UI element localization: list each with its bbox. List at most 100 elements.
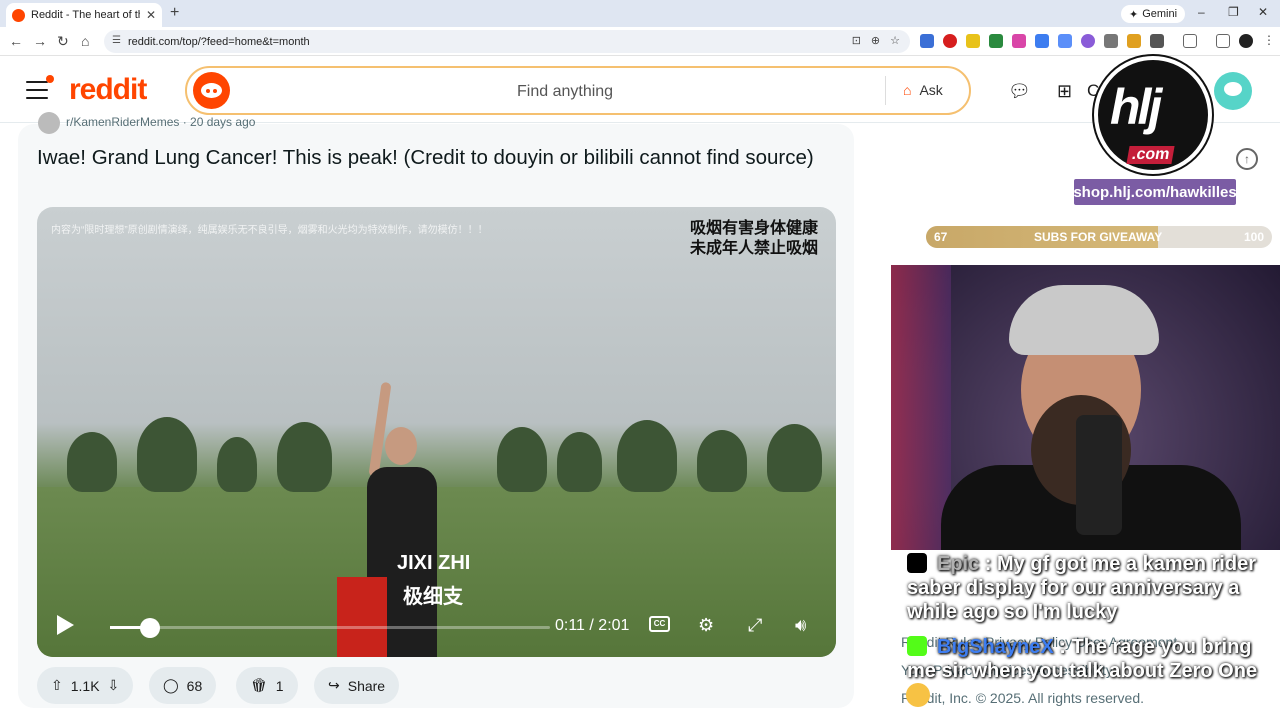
user-avatar[interactable] xyxy=(1214,72,1252,110)
upvote-icon[interactable]: ⇧ xyxy=(51,677,63,694)
install-app-icon[interactable]: ⊡ xyxy=(852,34,861,47)
warning-line-1: 吸烟有害身体健康 xyxy=(689,220,818,237)
warning-line-2: 未成年人禁止吸烟 xyxy=(689,240,818,257)
person-head xyxy=(385,427,417,465)
url-text: reddit.com/top/?feed=home&t=month xyxy=(128,35,310,48)
stream-chat: Epic : My gf got me a kamen rider saber … xyxy=(891,550,1280,720)
menu-kebab-icon[interactable]: ⋮ xyxy=(1262,34,1276,48)
settings-gear-icon[interactable]: ⚙ xyxy=(698,615,714,636)
browser-tab-reddit[interactable]: Reddit - The heart of the internet ✕ xyxy=(6,3,162,27)
home-icon[interactable]: ⌂ xyxy=(81,33,89,49)
extension-icon[interactable] xyxy=(1127,34,1141,48)
video-scrubber[interactable] xyxy=(110,618,550,638)
webcam-feed xyxy=(891,265,1280,550)
health-warning: 吸烟有害身体健康 未成年人禁止吸烟 xyxy=(690,219,818,259)
extension-icon[interactable] xyxy=(1035,34,1049,48)
browser-tab-bar: Reddit - The heart of the internet ✕ + ✦… xyxy=(0,0,1280,27)
comments-button[interactable]: ◯ 68 xyxy=(149,667,217,704)
browser-toolbar: ← → ↻ ⌂ ☰ reddit.com/top/?feed=home&t=mo… xyxy=(0,27,1280,56)
shop-banner: shop.hlj.com/hawkilles xyxy=(1072,177,1238,207)
extension-icon[interactable] xyxy=(1058,34,1072,48)
award-count: 1 xyxy=(275,677,284,694)
hlj-logo: hlj .com xyxy=(1094,56,1212,174)
extension-icon[interactable] xyxy=(920,34,934,48)
captions-icon[interactable]: CC xyxy=(649,616,670,632)
ask-label: Ask xyxy=(919,82,943,98)
subs-goal-bar: 67 SUBS FOR GIVEAWAY 100 xyxy=(926,226,1272,248)
downvote-icon[interactable]: ⇩ xyxy=(108,677,120,694)
minimize-button[interactable]: – xyxy=(1198,5,1205,19)
sparkle-icon: ✦ xyxy=(1129,8,1139,21)
video-trees xyxy=(37,412,836,492)
back-arrow-icon[interactable]: ← xyxy=(9,33,23,49)
hlj-logo-text: hlj xyxy=(1110,79,1162,135)
video-watermark: 内容为“限时理想”原创剧情演绎，纯属娱乐无不良引导，烟雾和火光均为特效制作，请勿… xyxy=(51,225,488,236)
video-controls: 0:11 / 2:01 CC ⚙ ⤢ 🔊︎ xyxy=(37,607,836,657)
volume-icon[interactable]: 🔊︎ xyxy=(795,615,806,636)
chat-icon[interactable]: 💬︎ xyxy=(1008,81,1031,102)
snoo-icon xyxy=(193,72,230,109)
restore-button[interactable]: ❐ xyxy=(1228,5,1239,19)
hlj-logo-com: .com xyxy=(1126,146,1175,164)
gemini-button[interactable]: ✦ Gemini xyxy=(1121,5,1186,23)
chat-username: Epic xyxy=(937,553,980,575)
reddit-favicon-icon xyxy=(12,8,25,22)
profile-avatar-icon[interactable] xyxy=(1239,34,1253,48)
award-button[interactable]: 🍿︎ 1 xyxy=(236,667,298,704)
ask-icon: ⌂ xyxy=(903,82,912,98)
zoom-icon[interactable]: ⊕ xyxy=(871,34,880,47)
close-tab-icon[interactable]: ✕ xyxy=(146,8,156,22)
play-icon[interactable] xyxy=(57,615,74,635)
subreddit-avatar[interactable] xyxy=(38,112,60,134)
chat-message: BigShayneX : The rage you bring me sir w… xyxy=(907,635,1267,683)
vote-count: 1.1K xyxy=(70,677,100,694)
subs-label: SUBS FOR GIVEAWAY xyxy=(1034,230,1163,244)
hamburger-menu-icon[interactable] xyxy=(26,75,54,105)
scroll-top-icon[interactable]: ↑ xyxy=(1236,148,1258,170)
search-input[interactable]: Find anything xyxy=(517,83,613,101)
extension-icon[interactable] xyxy=(1012,34,1026,48)
share-label: Share xyxy=(347,677,386,694)
extension-icon[interactable] xyxy=(943,34,957,48)
video-time: 0:11 / 2:01 xyxy=(555,617,630,634)
post-title[interactable]: Iwae! Grand Lung Cancer! This is peak! (… xyxy=(37,144,817,172)
chat-username: BigShayneX xyxy=(937,636,1054,658)
reddit-logo[interactable]: reddit xyxy=(69,73,147,107)
extension-icon[interactable] xyxy=(1081,34,1095,48)
new-tab-button[interactable]: + xyxy=(170,4,179,22)
reading-list-icon[interactable] xyxy=(1216,34,1230,48)
bookmark-star-icon[interactable]: ☆ xyxy=(890,34,900,47)
comment-count: 68 xyxy=(186,677,203,694)
comment-icon: ◯ xyxy=(163,677,179,693)
extension-icon[interactable] xyxy=(1104,34,1118,48)
extensions-row: ⋮ xyxy=(920,34,1276,48)
reload-icon[interactable]: ↻ xyxy=(57,33,69,50)
subs-goal: 100 xyxy=(1243,230,1264,244)
ask-button[interactable]: ⌂ Ask xyxy=(903,82,943,98)
subtitle-english: JIXI ZHI xyxy=(397,552,471,574)
address-bar[interactable]: ☰ reddit.com/top/?feed=home&t=month ⊡ ⊕ … xyxy=(104,30,910,53)
laughing-emoji-icon xyxy=(906,683,930,707)
post-meta: r/KamenRiderMemes · 20 days ago xyxy=(38,112,255,134)
close-window-button[interactable]: ✕ xyxy=(1258,5,1268,19)
gemini-label: Gemini xyxy=(1142,8,1178,20)
subs-current: 67 xyxy=(934,230,948,244)
vote-pill: ⇧ 1.1K ⇩ xyxy=(37,667,134,704)
extension-icon[interactable] xyxy=(966,34,980,48)
share-button[interactable]: ↪ Share xyxy=(314,667,400,704)
create-post-icon[interactable]: ⊞ xyxy=(1057,81,1072,102)
search-bar[interactable]: Find anything ⌂ Ask xyxy=(185,66,971,115)
forward-arrow-icon[interactable]: → xyxy=(33,33,47,49)
video-player[interactable]: 内容为“限时理想”原创剧情演绎，纯属娱乐无不良引导，烟雾和火光均为特效制作，请勿… xyxy=(37,207,836,657)
tiktok-badge-icon xyxy=(907,553,927,573)
kick-badge-icon xyxy=(907,636,927,656)
extension-icon[interactable] xyxy=(989,34,1003,48)
tab-title: Reddit - The heart of the internet xyxy=(31,9,140,21)
scrubber-handle[interactable] xyxy=(139,618,160,638)
site-info-icon[interactable]: ☰ xyxy=(112,35,121,46)
side-panel-icon[interactable] xyxy=(1183,34,1197,48)
extensions-puzzle-icon[interactable] xyxy=(1150,34,1164,48)
fullscreen-icon[interactable]: ⤢ xyxy=(748,615,762,636)
post-meta-text: r/KamenRiderMemes · 20 days ago xyxy=(66,115,256,130)
chat-message: Epic : My gf got me a kamen rider saber … xyxy=(907,552,1267,624)
